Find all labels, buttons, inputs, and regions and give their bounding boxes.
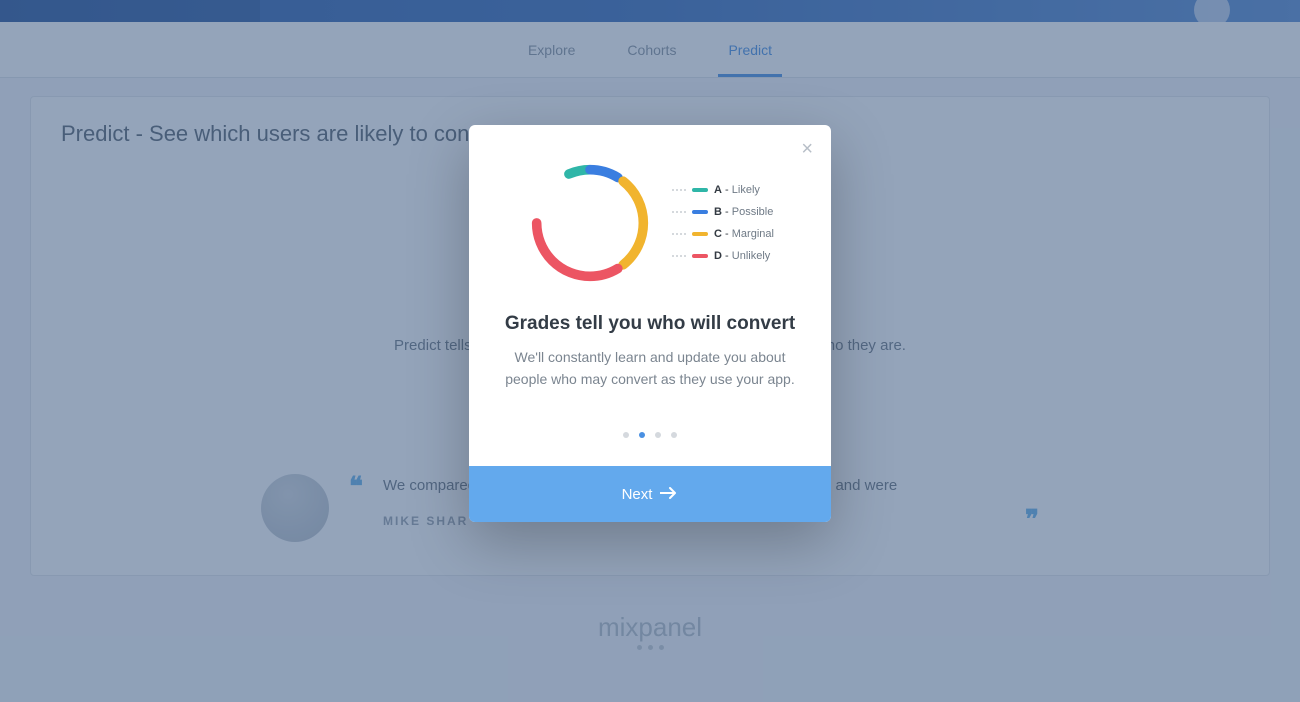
legend-item-a: A - Likely [672, 184, 774, 196]
swatch-c [692, 232, 708, 236]
modal-title: Grades tell you who will convert [501, 313, 799, 335]
modal-pager [501, 432, 799, 438]
modal-body: A - Likely B - Possible C - Marginal D -… [469, 125, 831, 466]
pager-dot-1[interactable] [639, 432, 645, 438]
next-button-label: Next [622, 486, 653, 503]
arrow-right-icon [660, 486, 678, 503]
swatch-a [692, 188, 708, 192]
pager-dot-3[interactable] [671, 432, 677, 438]
legend-item-c: C - Marginal [672, 228, 774, 240]
swatch-b [692, 210, 708, 214]
modal-description: We'll constantly learn and update you ab… [501, 347, 799, 390]
legend-item-d: D - Unlikely [672, 250, 774, 262]
swatch-d [692, 254, 708, 258]
grades-donut-chart [526, 159, 654, 287]
pager-dot-0[interactable] [623, 432, 629, 438]
onboarding-modal: × A - Likely [469, 125, 831, 522]
pager-dot-2[interactable] [655, 432, 661, 438]
grades-chart-wrap: A - Likely B - Possible C - Marginal D -… [501, 159, 799, 287]
grades-legend: A - Likely B - Possible C - Marginal D -… [672, 184, 774, 262]
next-button[interactable]: Next [469, 466, 831, 522]
legend-item-b: B - Possible [672, 206, 774, 218]
close-icon[interactable]: × [801, 139, 813, 159]
